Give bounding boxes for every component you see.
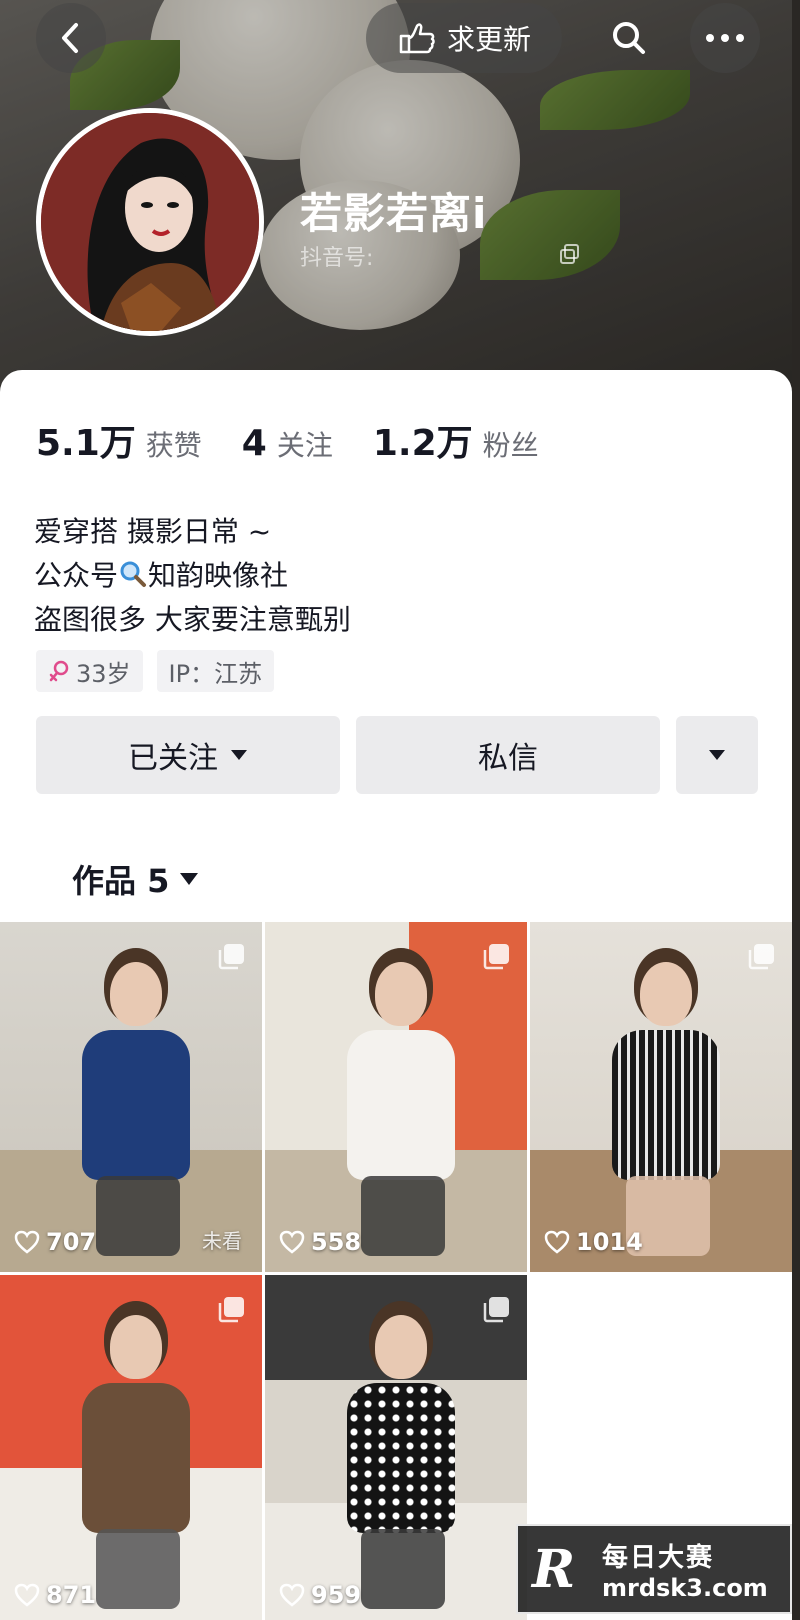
stat-following[interactable]: 4 关注 bbox=[242, 423, 333, 464]
followers-label: 粉丝 bbox=[482, 429, 539, 462]
thumbnail-outfit bbox=[82, 1030, 190, 1180]
like-count: 959 bbox=[279, 1581, 361, 1609]
video-thumbnail[interactable]: 871 bbox=[0, 1275, 262, 1620]
thumbnail-outfit bbox=[82, 1383, 190, 1533]
watermark-logo: R bbox=[532, 1538, 576, 1600]
message-label: 私信 bbox=[478, 741, 538, 776]
bio-line: 公众号 知韵映像社 bbox=[34, 554, 351, 598]
site-watermark: R 每日大赛 mrdsk3.com bbox=[516, 1524, 792, 1614]
thumbnail-person bbox=[335, 962, 465, 1256]
thumbnail-person bbox=[70, 1315, 200, 1609]
message-button[interactable]: 私信 bbox=[356, 716, 660, 794]
profile-stats: 5.1万 获赞 4 关注 1.2万 粉丝 bbox=[36, 414, 579, 466]
video-thumbnail[interactable]: 707 未看 bbox=[0, 922, 262, 1272]
thumbnail-legs bbox=[361, 1529, 445, 1609]
thumbnail-legs bbox=[96, 1529, 180, 1609]
thumbnail-person bbox=[600, 962, 730, 1256]
copy-icon[interactable] bbox=[558, 242, 582, 270]
like-count-text: 1014 bbox=[576, 1228, 643, 1256]
request-update-label: 求更新 bbox=[446, 23, 531, 56]
like-count: 1014 bbox=[544, 1228, 643, 1256]
thumbnail-person bbox=[335, 1315, 465, 1609]
ip-tag: IP：江苏 bbox=[156, 650, 275, 692]
caret-down-icon bbox=[231, 750, 247, 760]
caret-down-icon bbox=[709, 750, 725, 760]
tab-works[interactable]: 作品 5 bbox=[72, 856, 199, 902]
like-count-text: 707 bbox=[46, 1228, 97, 1256]
ip-text: IP：江苏 bbox=[168, 659, 263, 688]
multi-image-icon bbox=[216, 1295, 246, 1329]
stat-followers[interactable]: 1.2万 粉丝 bbox=[373, 414, 539, 466]
following-count: 4 bbox=[241, 423, 267, 464]
chevron-left-icon bbox=[62, 23, 78, 53]
more-dots-icon bbox=[706, 34, 744, 42]
thumbnail-legs bbox=[96, 1176, 180, 1256]
thumbnail-head bbox=[375, 962, 427, 1026]
heart-icon bbox=[544, 1230, 570, 1254]
following-label: 关注 bbox=[276, 429, 333, 462]
female-icon bbox=[49, 660, 69, 682]
bio-line-suffix: 知韵映像社 bbox=[148, 559, 289, 592]
more-button[interactable] bbox=[690, 3, 760, 73]
thumbnail-head bbox=[110, 1315, 162, 1379]
avatar-illustration bbox=[41, 113, 259, 331]
unwatched-badge: 未看 bbox=[202, 1229, 242, 1253]
stat-likes[interactable]: 5.1万 获赞 bbox=[36, 414, 202, 466]
likes-count: 5.1万 bbox=[36, 423, 136, 464]
watermark-name: 每日大赛 bbox=[602, 1542, 715, 1573]
multi-image-icon bbox=[481, 1295, 511, 1329]
video-thumbnail[interactable]: 558 bbox=[265, 922, 527, 1272]
request-update-button[interactable]: 求更新 bbox=[366, 3, 562, 73]
likes-label: 获赞 bbox=[145, 429, 202, 462]
multi-image-icon bbox=[481, 942, 511, 976]
thumbnail-head bbox=[110, 962, 162, 1026]
followers-count: 1.2万 bbox=[372, 423, 473, 464]
multi-image-icon bbox=[746, 942, 776, 976]
thumbnail-head bbox=[375, 1315, 427, 1379]
thumbnail-outfit bbox=[347, 1383, 455, 1533]
age-text: 33岁 bbox=[76, 659, 131, 688]
thumbnail-person bbox=[70, 962, 200, 1256]
bio-line: 爱穿搭 摄影日常 ~ bbox=[34, 515, 272, 548]
thumbnail-head bbox=[640, 962, 692, 1026]
heart-icon bbox=[14, 1230, 40, 1254]
search-button[interactable] bbox=[594, 3, 664, 73]
watermark-url: mrdsk3.com bbox=[602, 1573, 768, 1602]
thumbnail-outfit bbox=[612, 1030, 720, 1180]
back-button[interactable] bbox=[36, 3, 106, 73]
screen-edge bbox=[792, 0, 800, 1620]
followed-button[interactable]: 已关注 bbox=[36, 716, 340, 794]
nickname: 若影若离i bbox=[300, 189, 488, 238]
profile-tags: 33岁 IP：江苏 bbox=[36, 650, 275, 692]
age-tag: 33岁 bbox=[36, 650, 143, 692]
like-count: 707 bbox=[14, 1228, 96, 1256]
bio-line-prefix: 公众号 bbox=[34, 559, 119, 592]
like-count: 558 bbox=[279, 1228, 361, 1256]
recommend-dropdown-button[interactable] bbox=[676, 716, 758, 794]
douyin-id-label: 抖音号: bbox=[300, 246, 374, 271]
thumbnail-outfit bbox=[347, 1030, 455, 1180]
video-thumbnail[interactable]: 1014 bbox=[530, 922, 792, 1272]
avatar[interactable] bbox=[36, 108, 264, 336]
thumbnail-legs bbox=[361, 1176, 445, 1256]
video-thumbnail[interactable]: 959 bbox=[265, 1275, 527, 1620]
multi-image-icon bbox=[216, 942, 246, 976]
heart-icon bbox=[279, 1583, 305, 1607]
followed-label: 已关注 bbox=[128, 741, 218, 776]
watermark-text: 每日大赛 mrdsk3.com bbox=[602, 1537, 768, 1602]
pointing-hand-icon bbox=[399, 23, 435, 54]
works-tab-label: 作品 5 bbox=[72, 862, 170, 900]
profile-bio: 爱穿搭 摄影日常 ~ 公众号 知韵映像社 盗图很多 大家要注意甄别 bbox=[34, 510, 351, 642]
like-count-text: 959 bbox=[311, 1581, 362, 1609]
search-icon bbox=[613, 22, 645, 54]
like-count-text: 558 bbox=[311, 1228, 362, 1256]
magnifier-icon bbox=[118, 558, 148, 588]
heart-icon bbox=[14, 1583, 40, 1607]
like-count: 871 bbox=[14, 1581, 96, 1609]
like-count-text: 871 bbox=[46, 1581, 97, 1609]
bio-line: 盗图很多 大家要注意甄别 bbox=[34, 603, 351, 636]
heart-icon bbox=[279, 1230, 305, 1254]
caret-down-icon bbox=[180, 873, 199, 885]
